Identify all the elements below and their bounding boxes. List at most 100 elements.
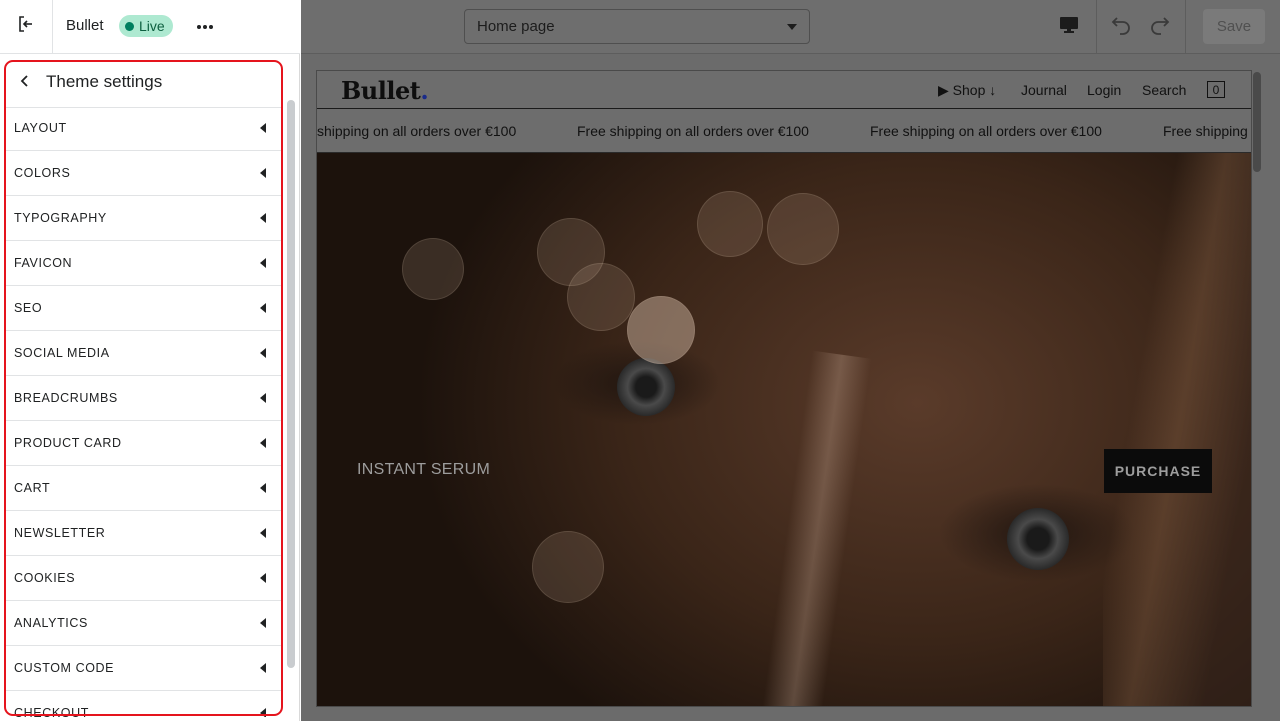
theme-settings-list: LAYOUT COLORS TYPOGRAPHY FAVICON SEO SOCIAL M… xyxy=(4,106,282,717)
setting-row-breadcrumbs[interactable]: BREADCRUMBS xyxy=(4,376,282,421)
caret-left-icon xyxy=(260,438,266,448)
bokeh-light xyxy=(567,263,635,331)
setting-label: TYPOGRAPHY xyxy=(14,211,107,225)
setting-row-cart[interactable]: CART xyxy=(4,466,282,511)
setting-label: FAVICON xyxy=(14,256,73,270)
setting-row-custom-code[interactable]: CUSTOM CODE xyxy=(4,646,282,691)
bokeh-light xyxy=(627,296,695,364)
nav-login[interactable]: Login xyxy=(1087,82,1121,98)
theme-editor-sidebar: Bullet Live Theme settings LAYOUT COLORS T… xyxy=(0,0,300,721)
caret-left-icon xyxy=(260,123,266,133)
setting-row-colors[interactable]: COLORS xyxy=(4,151,282,196)
setting-label: LAYOUT xyxy=(14,121,67,135)
setting-label: SOCIAL MEDIA xyxy=(14,346,110,360)
more-actions-button[interactable] xyxy=(193,14,217,38)
store-logo[interactable]: Bullet. xyxy=(341,76,429,105)
announcement-item: Free shipping on all orders over €100 xyxy=(577,123,809,139)
setting-label: BREADCRUMBS xyxy=(14,391,118,405)
caret-left-icon xyxy=(260,708,266,717)
caret-left-icon xyxy=(260,663,266,673)
hero-hair xyxy=(1103,153,1251,706)
announcement-item: Free shipping xyxy=(1163,123,1248,139)
setting-row-seo[interactable]: SEO xyxy=(4,286,282,331)
store-header: Bullet. ▶ Shop ↓ Journal Login Search 0 xyxy=(317,71,1251,109)
desktop-view-button[interactable] xyxy=(1055,13,1083,41)
editor-topbar: Home page Save xyxy=(301,0,1280,54)
page-selector-value: Home page xyxy=(477,18,555,35)
setting-label: COOKIES xyxy=(14,571,76,585)
store-logo-text: Bullet xyxy=(341,76,421,105)
setting-row-typography[interactable]: TYPOGRAPHY xyxy=(4,196,282,241)
bokeh-light xyxy=(532,531,604,603)
setting-row-checkout[interactable]: CHECKOUT xyxy=(4,691,282,717)
setting-label: NEWSLETTER xyxy=(14,526,106,540)
setting-row-layout[interactable]: LAYOUT xyxy=(4,106,282,151)
cart-count[interactable]: 0 xyxy=(1207,81,1225,98)
preview-scrollbar[interactable] xyxy=(1253,72,1261,172)
live-label: Live xyxy=(139,18,165,34)
setting-row-newsletter[interactable]: NEWSLETTER xyxy=(4,511,282,556)
nav-search[interactable]: Search xyxy=(1142,82,1186,98)
setting-row-analytics[interactable]: ANALYTICS xyxy=(4,601,282,646)
more-horizontal-icon xyxy=(196,17,214,35)
exit-icon xyxy=(16,14,36,39)
bokeh-light xyxy=(767,193,839,265)
sidebar-scrollbar[interactable] xyxy=(287,100,295,670)
sidebar-scroll-thumb[interactable] xyxy=(287,100,295,668)
toolbar-divider xyxy=(1185,0,1186,54)
save-button[interactable]: Save xyxy=(1203,9,1265,44)
chevron-left-icon xyxy=(19,74,31,93)
hero-title: INSTANT SERUM xyxy=(357,461,491,478)
page-selector[interactable]: Home page xyxy=(464,9,810,44)
undo-icon xyxy=(1111,14,1133,41)
setting-label: COLORS xyxy=(14,166,71,180)
caret-left-icon xyxy=(260,573,266,583)
setting-row-cookies[interactable]: COOKIES xyxy=(4,556,282,601)
store-logo-dot: . xyxy=(420,76,429,105)
purchase-button[interactable]: PURCHASE xyxy=(1104,449,1212,493)
nav-shop[interactable]: ▶ Shop ↓ xyxy=(938,82,996,99)
undo-button[interactable] xyxy=(1108,13,1136,41)
caret-left-icon xyxy=(260,213,266,223)
bokeh-light xyxy=(402,238,464,300)
caret-left-icon xyxy=(260,618,266,628)
exit-button[interactable] xyxy=(0,0,53,53)
panel-header: Theme settings xyxy=(4,60,282,108)
hero-eye-left xyxy=(617,358,675,416)
caret-left-icon xyxy=(260,393,266,403)
store-preview: Bullet. ▶ Shop ↓ Journal Login Search 0 … xyxy=(316,70,1252,707)
hero-eye-right xyxy=(1007,508,1069,570)
caret-left-icon xyxy=(260,528,266,538)
nav-journal[interactable]: Journal xyxy=(1021,82,1067,98)
back-button[interactable] xyxy=(14,72,36,94)
sidebar-topbar: Bullet Live xyxy=(0,0,300,54)
redo-button[interactable] xyxy=(1145,13,1173,41)
setting-label: CHECKOUT xyxy=(14,706,89,717)
setting-label: CUSTOM CODE xyxy=(14,661,115,675)
setting-row-social-media[interactable]: SOCIAL MEDIA xyxy=(4,331,282,376)
live-dot-icon xyxy=(125,21,134,31)
toolbar-divider xyxy=(1096,0,1097,54)
caret-left-icon xyxy=(260,348,266,358)
announcement-item: Free shipping on all orders over €100 xyxy=(870,123,1102,139)
desktop-icon xyxy=(1059,16,1079,39)
caret-left-icon xyxy=(260,303,266,313)
setting-label: SEO xyxy=(14,301,43,315)
hero-highlight xyxy=(762,350,872,706)
theme-name: Bullet xyxy=(66,17,104,34)
panel-title: Theme settings xyxy=(46,72,163,91)
chevron-down-icon xyxy=(787,24,797,30)
setting-row-product-card[interactable]: PRODUCT CARD xyxy=(4,421,282,466)
announcement-item: shipping on all orders over €100 xyxy=(317,123,517,139)
caret-left-icon xyxy=(260,483,266,493)
setting-label: ANALYTICS xyxy=(14,616,88,630)
bokeh-light xyxy=(697,191,763,257)
caret-left-icon xyxy=(260,168,266,178)
caret-left-icon xyxy=(260,258,266,268)
hero-banner: INSTANT SERUM PURCHASE xyxy=(317,153,1251,706)
setting-label: CART xyxy=(14,481,51,495)
announcement-bar: shipping on all orders over €100 Free sh… xyxy=(317,109,1251,153)
editor-preview-area: Home page Save Bullet. ▶ Shop ↓ Journal xyxy=(301,0,1280,721)
live-status-badge: Live xyxy=(119,15,173,37)
setting-row-favicon[interactable]: FAVICON xyxy=(4,241,282,286)
